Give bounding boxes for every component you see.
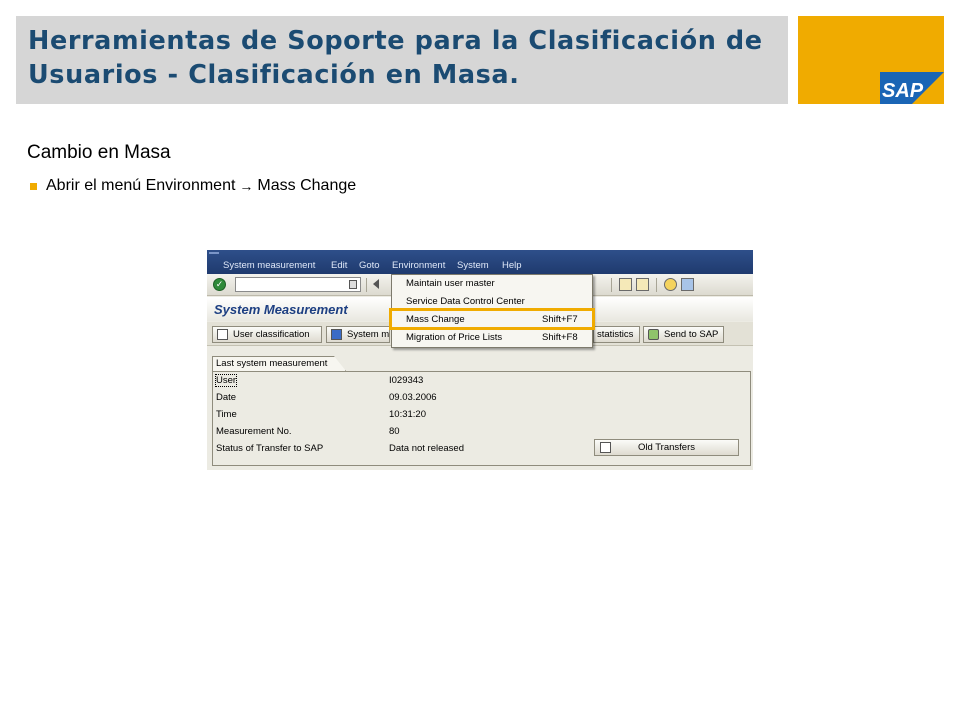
command-field[interactable] — [235, 277, 361, 292]
send-icon — [648, 329, 659, 340]
statistics-label: statistics — [597, 329, 634, 340]
menu-system[interactable]: System — [457, 260, 489, 271]
send-to-sap-label: Send to SAP — [664, 329, 719, 340]
menu-environment[interactable]: Environment — [392, 260, 445, 271]
menu-edit[interactable]: Edit — [331, 260, 347, 271]
layout-menu-icon[interactable] — [681, 278, 694, 291]
create-session-icon[interactable] — [619, 278, 632, 291]
field-label-user[interactable]: User — [214, 374, 238, 387]
slide-subtitle: Cambio en Masa — [27, 142, 171, 163]
list-icon — [600, 442, 611, 453]
menu-bar: System measurement Edit Goto Environment… — [207, 250, 753, 274]
old-transfers-button[interactable]: Old Transfers — [594, 439, 739, 456]
measure-icon — [331, 329, 342, 340]
field-value-date: 09.03.2006 — [389, 392, 437, 403]
back-icon[interactable] — [373, 279, 379, 289]
field-label-date: Date — [216, 392, 237, 403]
toolbar-separator — [366, 278, 367, 292]
svg-text:SAP: SAP — [882, 80, 924, 102]
menu-goto[interactable]: Goto — [359, 260, 380, 271]
field-label-time: Time — [216, 409, 237, 420]
help-icon[interactable] — [664, 278, 677, 291]
command-history-icon[interactable] — [349, 280, 357, 289]
field-value-user: I029343 — [389, 375, 424, 386]
group-box-title: Last system measurement — [212, 356, 347, 371]
field-value-measurement-no: 80 — [389, 426, 400, 437]
user-classification-button[interactable]: User classification — [212, 326, 322, 343]
bullet-text-before: Abrir el menú Environment — [46, 177, 236, 194]
menu-item-label: Service Data Control Center — [406, 296, 525, 307]
system-measurement-button[interactable]: System me — [326, 326, 390, 343]
old-transfers-label: Old Transfers — [637, 442, 696, 453]
sap-gui-window: System measurement Edit Goto Environment… — [207, 250, 753, 470]
menu-item-migration-of-price-lists[interactable]: Migration of Price Lists Shift+F8 — [392, 330, 592, 346]
bullet-item: Abrir el menú Environment → Mass Change — [30, 177, 356, 195]
bullet-text-after: Mass Change — [257, 177, 357, 194]
menu-item-label: Maintain user master — [406, 278, 495, 289]
enter-check-icon[interactable]: ✓ — [213, 278, 226, 291]
sap-logo: SAP — [880, 72, 944, 104]
field-value-time: 10:31:20 — [389, 409, 426, 420]
slide-title: Herramientas de Soporte para la Clasific… — [28, 26, 763, 90]
screen-title: System Measurement — [214, 302, 348, 317]
bullet-square-icon — [30, 182, 37, 190]
field-value-transfer-status: Data not released — [389, 443, 464, 454]
slide-title-bar: Herramientas de Soporte para la Clasific… — [16, 16, 788, 104]
menu-item-label: Migration of Price Lists — [406, 332, 503, 343]
statistics-button[interactable]: statistics — [593, 326, 640, 343]
shortcut-icon[interactable] — [636, 278, 649, 291]
window-menu-icon[interactable] — [209, 252, 219, 258]
menu-item-maintain-user-master[interactable]: Maintain user master — [392, 276, 592, 292]
menu-help[interactable]: Help — [502, 260, 522, 271]
field-label-measurement-no: Measurement No. — [216, 426, 292, 437]
toolbar-separator — [656, 278, 657, 292]
arrow-right-icon: → — [239, 178, 254, 194]
system-measurement-label: System me — [347, 329, 390, 340]
user-classification-label: User classification — [233, 329, 310, 340]
mass-change-highlight — [389, 308, 595, 330]
field-label-transfer-status: Status of Transfer to SAP — [216, 443, 324, 454]
brand-block: SAP — [798, 16, 944, 104]
menu-item-shortcut: Shift+F8 — [542, 332, 578, 343]
send-to-sap-button[interactable]: Send to SAP — [643, 326, 724, 343]
table-icon — [217, 329, 228, 340]
toolbar-separator — [611, 278, 612, 292]
menu-system-measurement[interactable]: System measurement — [223, 260, 315, 271]
